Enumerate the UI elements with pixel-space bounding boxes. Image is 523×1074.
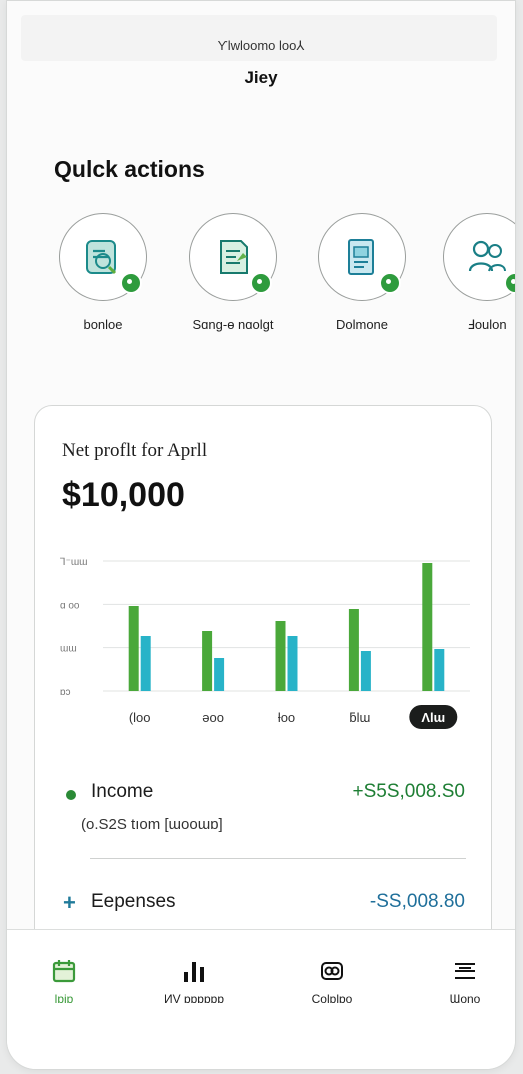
menu-icon xyxy=(455,963,475,979)
x-tick-label: (loo xyxy=(129,710,151,725)
net-profit-amount: $10,000 xyxy=(62,476,185,514)
income-value: +S5S,008.S0 xyxy=(352,781,465,802)
quick-action-label: Sɑng-ɵ nɑolgt xyxy=(192,317,274,332)
bar-chart-icon xyxy=(184,962,204,982)
chart-bar xyxy=(128,606,139,691)
x-tick-label[interactable]: Λlɯ xyxy=(421,710,445,725)
y-tick-label: ɑ oo xyxy=(60,600,80,611)
nav-label: ИV ɒɒɒɒɒɒ xyxy=(163,992,224,1006)
x-tick-label: ǝoo xyxy=(202,710,224,725)
nav-item-reports[interactable]: ИV ɒɒɒɒɒɒ xyxy=(139,958,249,1006)
quick-action-label: bonloe xyxy=(83,317,123,332)
quick-action-document[interactable]: Dolmone xyxy=(297,213,427,332)
quick-action-invoice[interactable]: bonloe xyxy=(38,213,168,332)
nav-item-cards[interactable]: Colɒlɒo xyxy=(277,958,387,1006)
invoice-scan-icon xyxy=(86,240,117,275)
nav-label: Colɒlɒo xyxy=(311,992,353,1006)
chart-bar xyxy=(214,658,225,691)
quick-actions-title: Qulck actions xyxy=(54,156,205,182)
calendar-home-icon xyxy=(52,960,76,983)
receipt-icon xyxy=(220,240,248,274)
status-dot xyxy=(120,272,142,294)
y-tick-label: ɯɯ xyxy=(60,644,77,655)
chart-bar xyxy=(348,609,359,691)
nav-item-home[interactable]: lɒiɒ xyxy=(9,958,119,1006)
quick-action-circle[interactable] xyxy=(318,213,406,301)
card-icon xyxy=(321,962,343,980)
nav-label: Ɯono xyxy=(449,992,481,1006)
bottom-navigation: lɒiɒ ИV ɒɒɒɒɒɒ Colɒlɒo Ɯono xyxy=(7,929,515,1069)
quick-action-circle[interactable] xyxy=(59,213,147,301)
welcome-text: Ƴlwloomo loo⅄ xyxy=(217,38,305,53)
chart-bar xyxy=(434,649,445,691)
contacts-icon xyxy=(468,240,506,272)
expenses-value: -SS,008.80 xyxy=(369,891,465,912)
nav-label: lɒiɒ xyxy=(54,992,74,1006)
y-tick-label: Ꞁ⁻ɯɯ xyxy=(60,557,88,568)
app-screen: Ƴlwloomo loo⅄ Jiey Qulck actions bonloe … xyxy=(6,0,516,1070)
quick-action-circle[interactable] xyxy=(443,213,515,301)
expenses-row: + Eepenses -SS,008.80 xyxy=(61,889,465,919)
card-title: Net proflt for Aprll xyxy=(62,440,208,461)
status-dot xyxy=(504,272,515,294)
quick-action-contacts[interactable]: Ⅎoulon xyxy=(422,213,515,333)
chart-bar xyxy=(140,636,151,691)
income-row: Income +S5S,008.S0 xyxy=(61,779,465,809)
y-tick-label: ɒɔ xyxy=(60,687,71,698)
quick-action-circle[interactable] xyxy=(189,213,277,301)
chart-bar xyxy=(287,636,298,691)
chart-bar xyxy=(360,651,371,691)
plus-icon: + xyxy=(63,890,76,915)
nav-item-menu[interactable]: Ɯono xyxy=(410,958,515,1006)
x-tick-label: ƃlɯ xyxy=(349,710,370,725)
quick-action-label: Dolmone xyxy=(335,317,389,332)
status-dot xyxy=(379,272,401,294)
status-dot xyxy=(250,272,272,294)
income-label: Income xyxy=(91,781,154,802)
quick-action-receipt[interactable]: Sɑng-ɵ nɑolgt xyxy=(168,213,298,332)
profit-bar-chart: Ꞁ⁻ɯɯ ɑ oo ɯɯ ɒɔ (loo ǝoo ƚoo ƃlɯ Λlɯ xyxy=(60,557,470,729)
chart-bar xyxy=(275,621,286,691)
income-note: (o.S2S tıom [ɯooɯɒ] xyxy=(81,816,223,833)
expenses-label: Eepenses xyxy=(91,891,176,912)
divider xyxy=(90,858,466,859)
chart-bar xyxy=(202,631,213,691)
quick-action-label: Ⅎoulon xyxy=(467,317,507,332)
x-tick-label: ƚoo xyxy=(278,710,295,725)
document-icon xyxy=(348,239,374,275)
income-dot-icon xyxy=(66,790,76,800)
user-name: Jiey xyxy=(244,68,278,87)
chart-bar xyxy=(422,563,433,691)
